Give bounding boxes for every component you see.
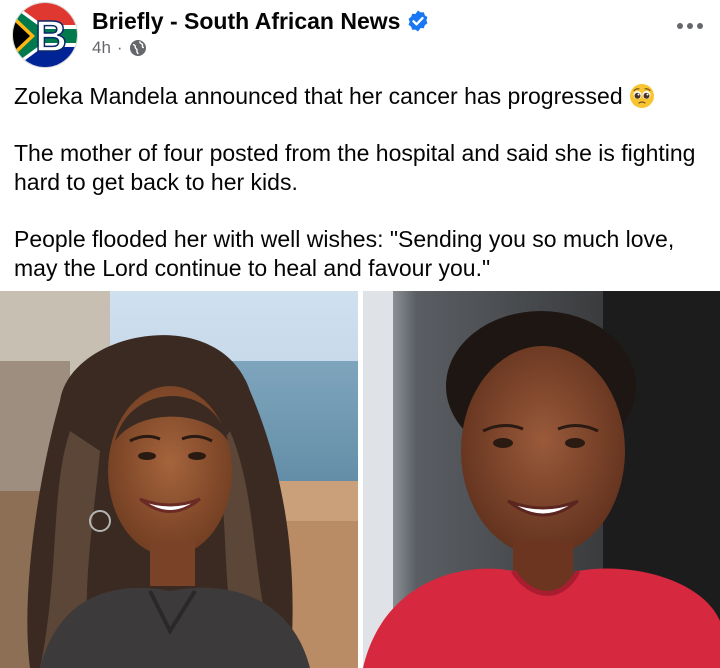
globe-icon[interactable]: [129, 39, 147, 57]
page-name[interactable]: Briefly - South African News: [92, 8, 430, 35]
more-options-dot: [687, 23, 693, 29]
post-header: B Briefly - South African News 4h ·: [0, 0, 720, 72]
meta-separator: ·: [116, 38, 123, 57]
more-options-icon: [677, 23, 683, 29]
post-time[interactable]: 4h: [92, 38, 111, 58]
page-name-text[interactable]: Briefly - South African News: [92, 8, 400, 34]
page-avatar[interactable]: B: [12, 2, 78, 68]
south-african-flag-logo-icon: B: [13, 3, 77, 67]
facebook-post: B Briefly - South African News 4h · Zole…: [0, 0, 720, 668]
more-options-button[interactable]: [672, 14, 708, 38]
post-body: Zoleka Mandela announced that her cancer…: [14, 82, 714, 283]
post-line-1: Zoleka Mandela announced that her cancer…: [14, 82, 714, 111]
post-paragraph-3: People flooded her with well wishes: "Se…: [14, 226, 675, 281]
post-photos: [0, 291, 720, 668]
post-paragraph-2: The mother of four posted from the hospi…: [14, 140, 696, 195]
pleading-face-emoji-icon: [629, 84, 654, 108]
photo-right[interactable]: [363, 291, 720, 668]
more-options-dot: [697, 23, 703, 29]
photo-left[interactable]: [0, 291, 358, 668]
avatar-letter: B: [35, 12, 67, 61]
verified-badge-icon: [409, 10, 428, 32]
photo-left-image: [0, 291, 358, 668]
photo-right-image: [363, 291, 720, 668]
post-meta: 4h ·: [92, 38, 147, 58]
post-headline: Zoleka Mandela announced that her cancer…: [14, 83, 623, 109]
